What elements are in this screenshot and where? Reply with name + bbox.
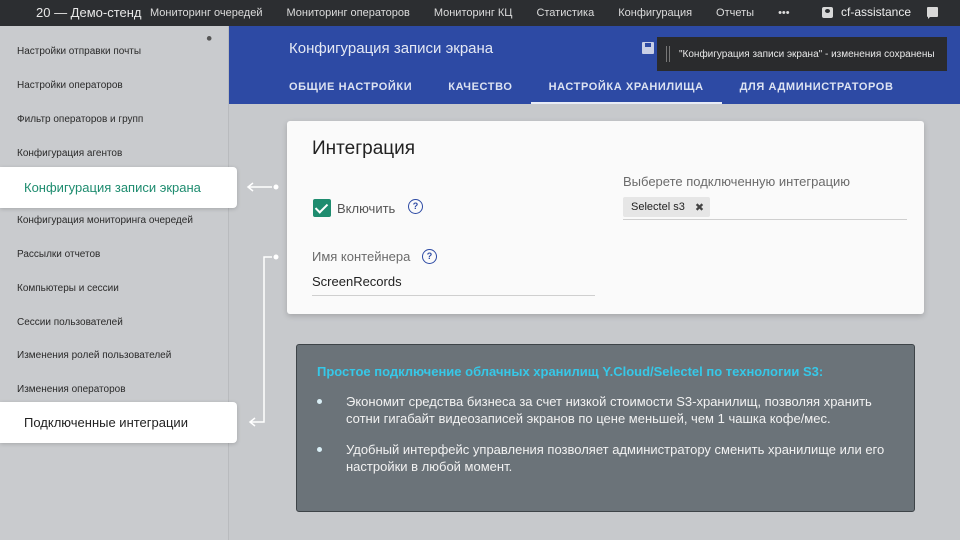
toast-message: "Конфигурация записи экрана" - изменения… <box>679 48 935 60</box>
integration-select-underline <box>623 219 907 220</box>
sidebar-item-operator-settings[interactable]: Настройки операторов <box>17 80 123 91</box>
info-callout: Простое подключение облачных хранилищ Y.… <box>296 344 915 512</box>
nav-queue-monitoring[interactable]: Мониторинг очередей <box>150 7 262 19</box>
enable-checkbox[interactable] <box>313 199 331 217</box>
container-input[interactable]: ScreenRecords <box>312 274 402 289</box>
save-icon[interactable] <box>642 42 654 54</box>
help-icon[interactable]: ? <box>408 199 423 214</box>
container-label: Имя контейнера <box>312 249 411 264</box>
sidebar-item-label: Подключенные интеграции <box>24 415 188 430</box>
help-icon[interactable]: ? <box>422 249 437 264</box>
sidebar-item-report-mailings[interactable]: Рассылки отчетов <box>17 249 100 260</box>
sidebar-item-mail-settings[interactable]: Настройки отправки почты <box>17 46 141 57</box>
tab-general[interactable]: ОБЩИЕ НАСТРОЙКИ <box>271 74 430 104</box>
toast-handle-icon <box>666 46 670 62</box>
container-input-underline <box>312 295 595 296</box>
info-bullet: Удобный интерфейс управления позволяет а… <box>317 441 902 475</box>
nav-operator-monitoring[interactable]: Мониторинг операторов <box>286 7 409 19</box>
sidebar-item-label: Конфигурация записи экрана <box>24 180 201 195</box>
integration-label: Выберете подключенную интеграцию <box>623 174 851 189</box>
card-title: Интеграция <box>312 138 416 159</box>
sidebar-item-operator-changes[interactable]: Изменения операторов <box>17 384 126 395</box>
nav-configuration[interactable]: Конфигурация <box>618 7 692 19</box>
user-name: cf-assistance <box>841 5 912 19</box>
connector-dot <box>273 184 279 190</box>
app-brand[interactable]: 20 — Демо-стенд <box>36 5 142 20</box>
sidebar-item-screen-recording[interactable]: Конфигурация записи экрана <box>0 167 237 208</box>
sidebar-item-agent-config[interactable]: Конфигурация агентов <box>17 148 122 159</box>
page-title: Конфигурация записи экрана <box>289 40 494 57</box>
nav-statistics[interactable]: Статистика <box>536 7 594 19</box>
sidebar-item-operator-filter[interactable]: Фильтр операторов и групп <box>17 114 143 125</box>
tab-quality[interactable]: КАЧЕСТВО <box>430 74 530 104</box>
arrow-head-icon <box>246 182 254 192</box>
top-bar: 20 — Демо-стенд Мониторинг очередей Мони… <box>0 0 960 26</box>
tab-storage[interactable]: НАСТРОЙКА ХРАНИЛИЩА <box>530 74 722 104</box>
connector-line <box>250 256 272 423</box>
sidebar-item-connected-integrations[interactable]: Подключенные интеграции <box>0 402 237 443</box>
tab-bar: ОБЩИЕ НАСТРОЙКИ КАЧЕСТВО НАСТРОЙКА ХРАНИ… <box>271 74 912 104</box>
sidebar-item-role-changes[interactable]: Изменения ролей пользователей <box>17 350 171 361</box>
nav-cc-monitoring[interactable]: Мониторинг КЦ <box>434 7 513 19</box>
pin-icon[interactable]: ⚫ <box>205 34 213 45</box>
user-icon <box>822 6 833 18</box>
top-nav: Мониторинг очередей Мониторинг операторо… <box>150 0 814 26</box>
arrow-head-icon <box>248 417 256 427</box>
user-menu[interactable]: cf-assistance <box>822 5 911 19</box>
integration-chip-label: Selectel s3 <box>631 201 685 213</box>
connector-dot <box>273 254 279 260</box>
toast-notification: "Конфигурация записи экрана" - изменения… <box>657 37 947 71</box>
info-heading: Простое подключение облачных хранилищ Y.… <box>317 364 824 379</box>
sidebar-item-queue-monitoring-config[interactable]: Конфигурация мониторинга очередей <box>17 215 193 226</box>
integration-chip[interactable]: Selectel s3 ✖ <box>623 197 711 217</box>
info-bullet: Экономит средства бизнеса за счет низкой… <box>317 393 902 427</box>
chat-icon[interactable] <box>927 7 938 19</box>
nav-more[interactable]: ••• <box>778 7 790 19</box>
enable-label: Включить <box>337 201 396 216</box>
info-bullet-list: Экономит средства бизнеса за счет низкой… <box>317 393 902 489</box>
sidebar-item-computers-sessions[interactable]: Компьютеры и сессии <box>17 283 119 294</box>
sidebar-item-user-sessions[interactable]: Сессии пользователей <box>17 317 123 328</box>
nav-reports[interactable]: Отчеты <box>716 7 754 19</box>
integration-card: Интеграция Включить ? Имя контейнера ? S… <box>287 121 924 314</box>
tab-admins[interactable]: ДЛЯ АДМИНИСТРАТОРОВ <box>722 74 912 104</box>
remove-chip-icon[interactable]: ✖ <box>695 201 704 214</box>
